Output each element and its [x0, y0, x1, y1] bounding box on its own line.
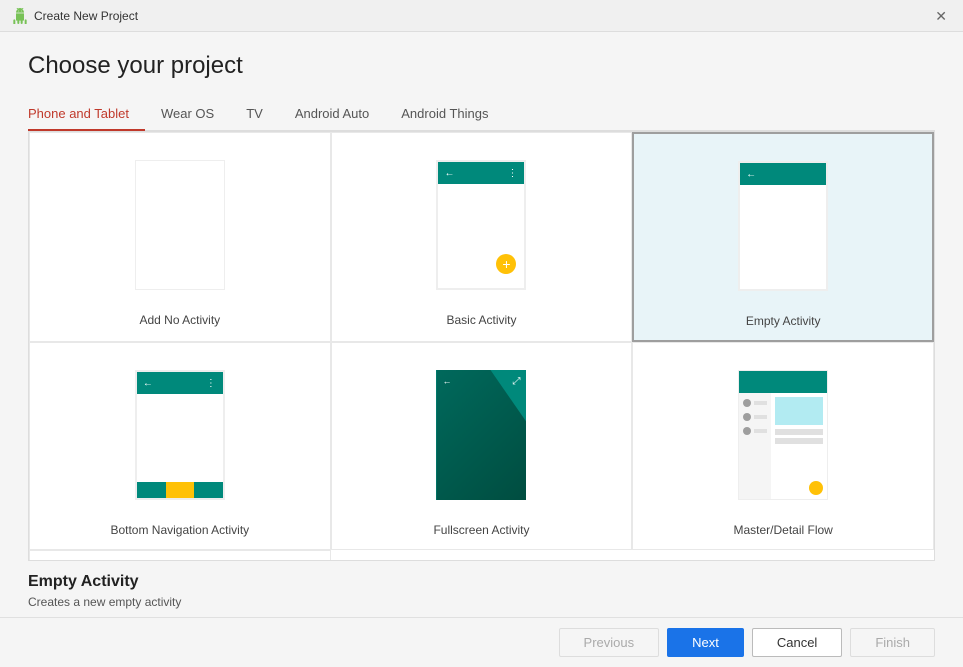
bnav-seg2 — [166, 482, 195, 500]
gallery-item-empty-activity[interactable]: ← Empty Activity — [632, 132, 934, 342]
tab-phone-and-tablet[interactable]: Phone and Tablet — [28, 98, 145, 131]
master-detail-frame — [738, 370, 828, 500]
footer: Previous Next Cancel Finish — [0, 617, 963, 667]
basic-topbar: ← ⋮ — [438, 162, 524, 184]
empty-back-arrow: ← — [746, 169, 756, 180]
empty-activity-preview: ← — [646, 146, 920, 306]
activity-gallery: Add No Activity ← ⋮ + Basic Activity — [28, 131, 935, 561]
bottom-nav-back-arrow: ← — [143, 378, 153, 389]
md-line3 — [754, 429, 767, 433]
md-line1 — [754, 401, 767, 405]
md-row3 — [743, 427, 767, 435]
basic-activity-preview: ← ⋮ + — [344, 145, 620, 305]
md-row1 — [743, 399, 767, 407]
finish-button[interactable]: Finish — [850, 628, 935, 657]
empty-activity-label: Empty Activity — [746, 314, 821, 328]
fullscreen-overlay — [436, 370, 526, 500]
next-button[interactable]: Next — [667, 628, 744, 657]
fullscreen-label: Fullscreen Activity — [433, 523, 529, 537]
md-line2 — [754, 415, 767, 419]
fullscreen-icons: ← — [442, 376, 451, 386]
no-activity-frame — [135, 160, 225, 290]
md-circle1 — [743, 399, 751, 407]
bnav-seg3 — [194, 482, 223, 500]
master-detail-label: Master/Detail Flow — [733, 523, 832, 537]
gallery-item-basic-activity[interactable]: ← ⋮ + Basic Activity — [331, 132, 633, 342]
basic-back-arrow: ← — [444, 168, 454, 179]
no-activity-preview — [42, 145, 318, 305]
selected-activity-info: Empty Activity Creates a new empty activ… — [28, 561, 935, 617]
selected-activity-description: Creates a new empty activity — [28, 595, 935, 609]
md-circle3 — [743, 427, 751, 435]
fullscreen-back: ← — [442, 376, 451, 386]
fullscreen-frame: ← ⤢ — [436, 370, 526, 500]
bottom-nav-preview: ← ⋮ — [42, 355, 318, 515]
empty-activity-frame: ← — [738, 161, 828, 291]
md-sidebar — [739, 393, 771, 499]
tab-android-things[interactable]: Android Things — [385, 98, 504, 131]
md-circle2 — [743, 413, 751, 421]
close-button[interactable]: ✕ — [931, 7, 951, 25]
fullscreen-expand-icon: ⤢ — [512, 376, 520, 387]
main-content: Choose your project Phone and Tablet Wea… — [0, 32, 963, 617]
gallery-item-fullscreen[interactable]: ← ⤢ Fullscreen Activity — [331, 342, 633, 550]
fab-button: + — [496, 254, 516, 274]
gallery-item-nav-drawer[interactable]: ← ⋮ — [29, 550, 331, 561]
bottom-nav-label: Bottom Navigation Activity — [110, 523, 249, 537]
md-row2 — [743, 413, 767, 421]
bnav-seg1 — [137, 482, 166, 500]
empty-topbar: ← — [740, 163, 826, 185]
basic-activity-label: Basic Activity — [446, 313, 516, 327]
tab-tv[interactable]: TV — [230, 98, 279, 131]
bottom-nav-dots: ⋮ — [206, 378, 217, 389]
tab-wear-os[interactable]: Wear OS — [145, 98, 230, 131]
md-detail-line1 — [775, 429, 823, 435]
fullscreen-preview: ← ⤢ — [344, 355, 620, 515]
previous-button[interactable]: Previous — [559, 628, 660, 657]
basic-activity-frame: ← ⋮ + — [436, 160, 526, 290]
md-detail-image — [775, 397, 823, 425]
tabs-container: Phone and Tablet Wear OS TV Android Auto… — [28, 98, 935, 131]
gallery-item-no-activity[interactable]: Add No Activity — [29, 132, 331, 342]
title-bar-title: Create New Project — [34, 9, 138, 23]
bottom-nav-topbar: ← ⋮ — [137, 372, 223, 394]
bottom-nav-frame: ← ⋮ — [135, 370, 225, 500]
bottom-nav-bar — [137, 482, 223, 500]
title-bar: Create New Project ✕ — [0, 0, 963, 32]
title-bar-left: Create New Project — [12, 8, 138, 24]
md-topbar — [739, 371, 827, 393]
selected-activity-title: Empty Activity — [28, 573, 935, 591]
md-detail-line2 — [775, 438, 823, 444]
page-title: Choose your project — [28, 52, 935, 80]
android-icon — [12, 8, 28, 24]
no-activity-label: Add No Activity — [139, 313, 220, 327]
tab-android-auto[interactable]: Android Auto — [279, 98, 385, 131]
cancel-button[interactable]: Cancel — [752, 628, 842, 657]
gallery-item-bottom-nav[interactable]: ← ⋮ Bottom Navigation Activity — [29, 342, 331, 550]
basic-topbar-dots: ⋮ — [507, 168, 518, 179]
master-detail-preview — [645, 355, 921, 515]
gallery-item-master-detail[interactable]: Master/Detail Flow — [632, 342, 934, 550]
